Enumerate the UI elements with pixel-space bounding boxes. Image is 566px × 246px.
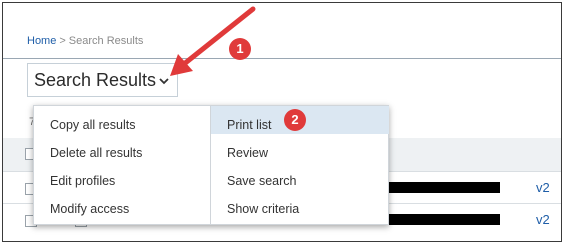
header-divider: [3, 58, 561, 59]
breadcrumb: Home > Search Results: [27, 35, 143, 47]
annotation-badge-1: 1: [229, 38, 251, 60]
chevron-down-icon: [159, 78, 169, 85]
actions-menu: Copy all results Delete all results Edit…: [33, 105, 389, 225]
redacted-text: [381, 214, 500, 225]
menu-item-edit-profiles[interactable]: Edit profiles: [50, 174, 115, 188]
menu-item-show-criteria[interactable]: Show criteria: [227, 202, 299, 216]
version-link[interactable]: v2: [536, 180, 550, 195]
redacted-text: [381, 182, 500, 193]
screenshot-frame: Home>Search Results Search Results 7 v2 …: [2, 2, 562, 242]
menu-item-review[interactable]: Review: [227, 146, 268, 160]
menu-item-print-list[interactable]: Print list: [227, 118, 271, 132]
search-results-dropdown[interactable]: Search Results: [27, 63, 178, 97]
page-title: Search Results: [34, 70, 157, 90]
menu-item-modify-access[interactable]: Modify access: [50, 202, 129, 216]
breadcrumb-separator: >: [59, 35, 66, 47]
breadcrumb-home-link[interactable]: Home: [27, 35, 56, 47]
breadcrumb-current: Search Results: [68, 35, 144, 47]
menu-item-delete-all-results[interactable]: Delete all results: [50, 146, 142, 160]
menu-item-copy-all-results[interactable]: Copy all results: [50, 118, 135, 132]
annotation-badge-2: 2: [284, 109, 306, 131]
version-link[interactable]: v2: [536, 212, 550, 227]
menu-item-save-search[interactable]: Save search: [227, 174, 296, 188]
